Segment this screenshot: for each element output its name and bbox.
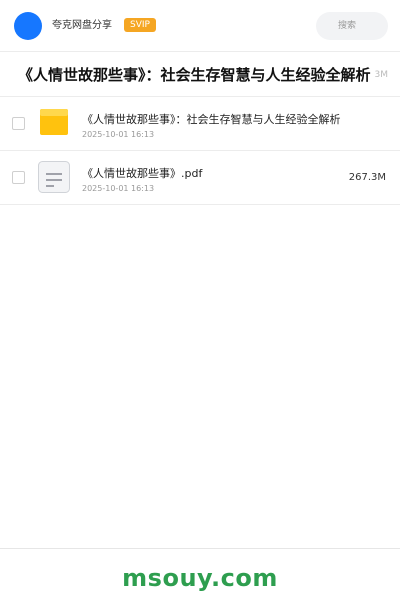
page-title: 《人情世故那些事》：社会生存智慧与人生经验全解析 bbox=[18, 66, 371, 84]
search-input[interactable]: 搜索 bbox=[316, 12, 388, 40]
file-date: 2025-10-01 16:13 bbox=[82, 130, 155, 139]
checkbox[interactable] bbox=[12, 117, 25, 130]
file-list: 《人情世故那些事》：社会生存智慧与人生经验全解析 2025-10-01 16:1… bbox=[0, 97, 400, 205]
document-icon bbox=[38, 161, 70, 193]
footer: msouy.com bbox=[0, 548, 400, 600]
title-bar: 《人情世故那些事》：社会生存智慧与人生经验全解析 3M bbox=[0, 53, 400, 97]
folder-icon bbox=[40, 109, 68, 135]
list-item[interactable]: 《人情世故那些事》.pdf 2025-10-01 16:13 267.3M bbox=[0, 151, 400, 205]
file-date: 2025-10-01 16:13 bbox=[82, 184, 155, 193]
title-size: 3M bbox=[374, 69, 388, 81]
checkbox[interactable] bbox=[12, 171, 25, 184]
file-name[interactable]: 《人情世故那些事》：社会生存智慧与人生经验全解析 bbox=[82, 113, 341, 127]
svip-badge: SVIP bbox=[124, 18, 156, 32]
file-size: 267.3M bbox=[348, 172, 386, 183]
avatar[interactable] bbox=[14, 12, 42, 40]
watermark-text: msouy.com bbox=[122, 564, 278, 592]
app-name: 夸克网盘分享 bbox=[52, 20, 112, 31]
file-name[interactable]: 《人情世故那些事》.pdf bbox=[82, 167, 202, 181]
app-header: 夸克网盘分享 SVIP 搜索 bbox=[0, 0, 400, 52]
list-item[interactable]: 《人情世故那些事》：社会生存智慧与人生经验全解析 2025-10-01 16:1… bbox=[0, 97, 400, 151]
